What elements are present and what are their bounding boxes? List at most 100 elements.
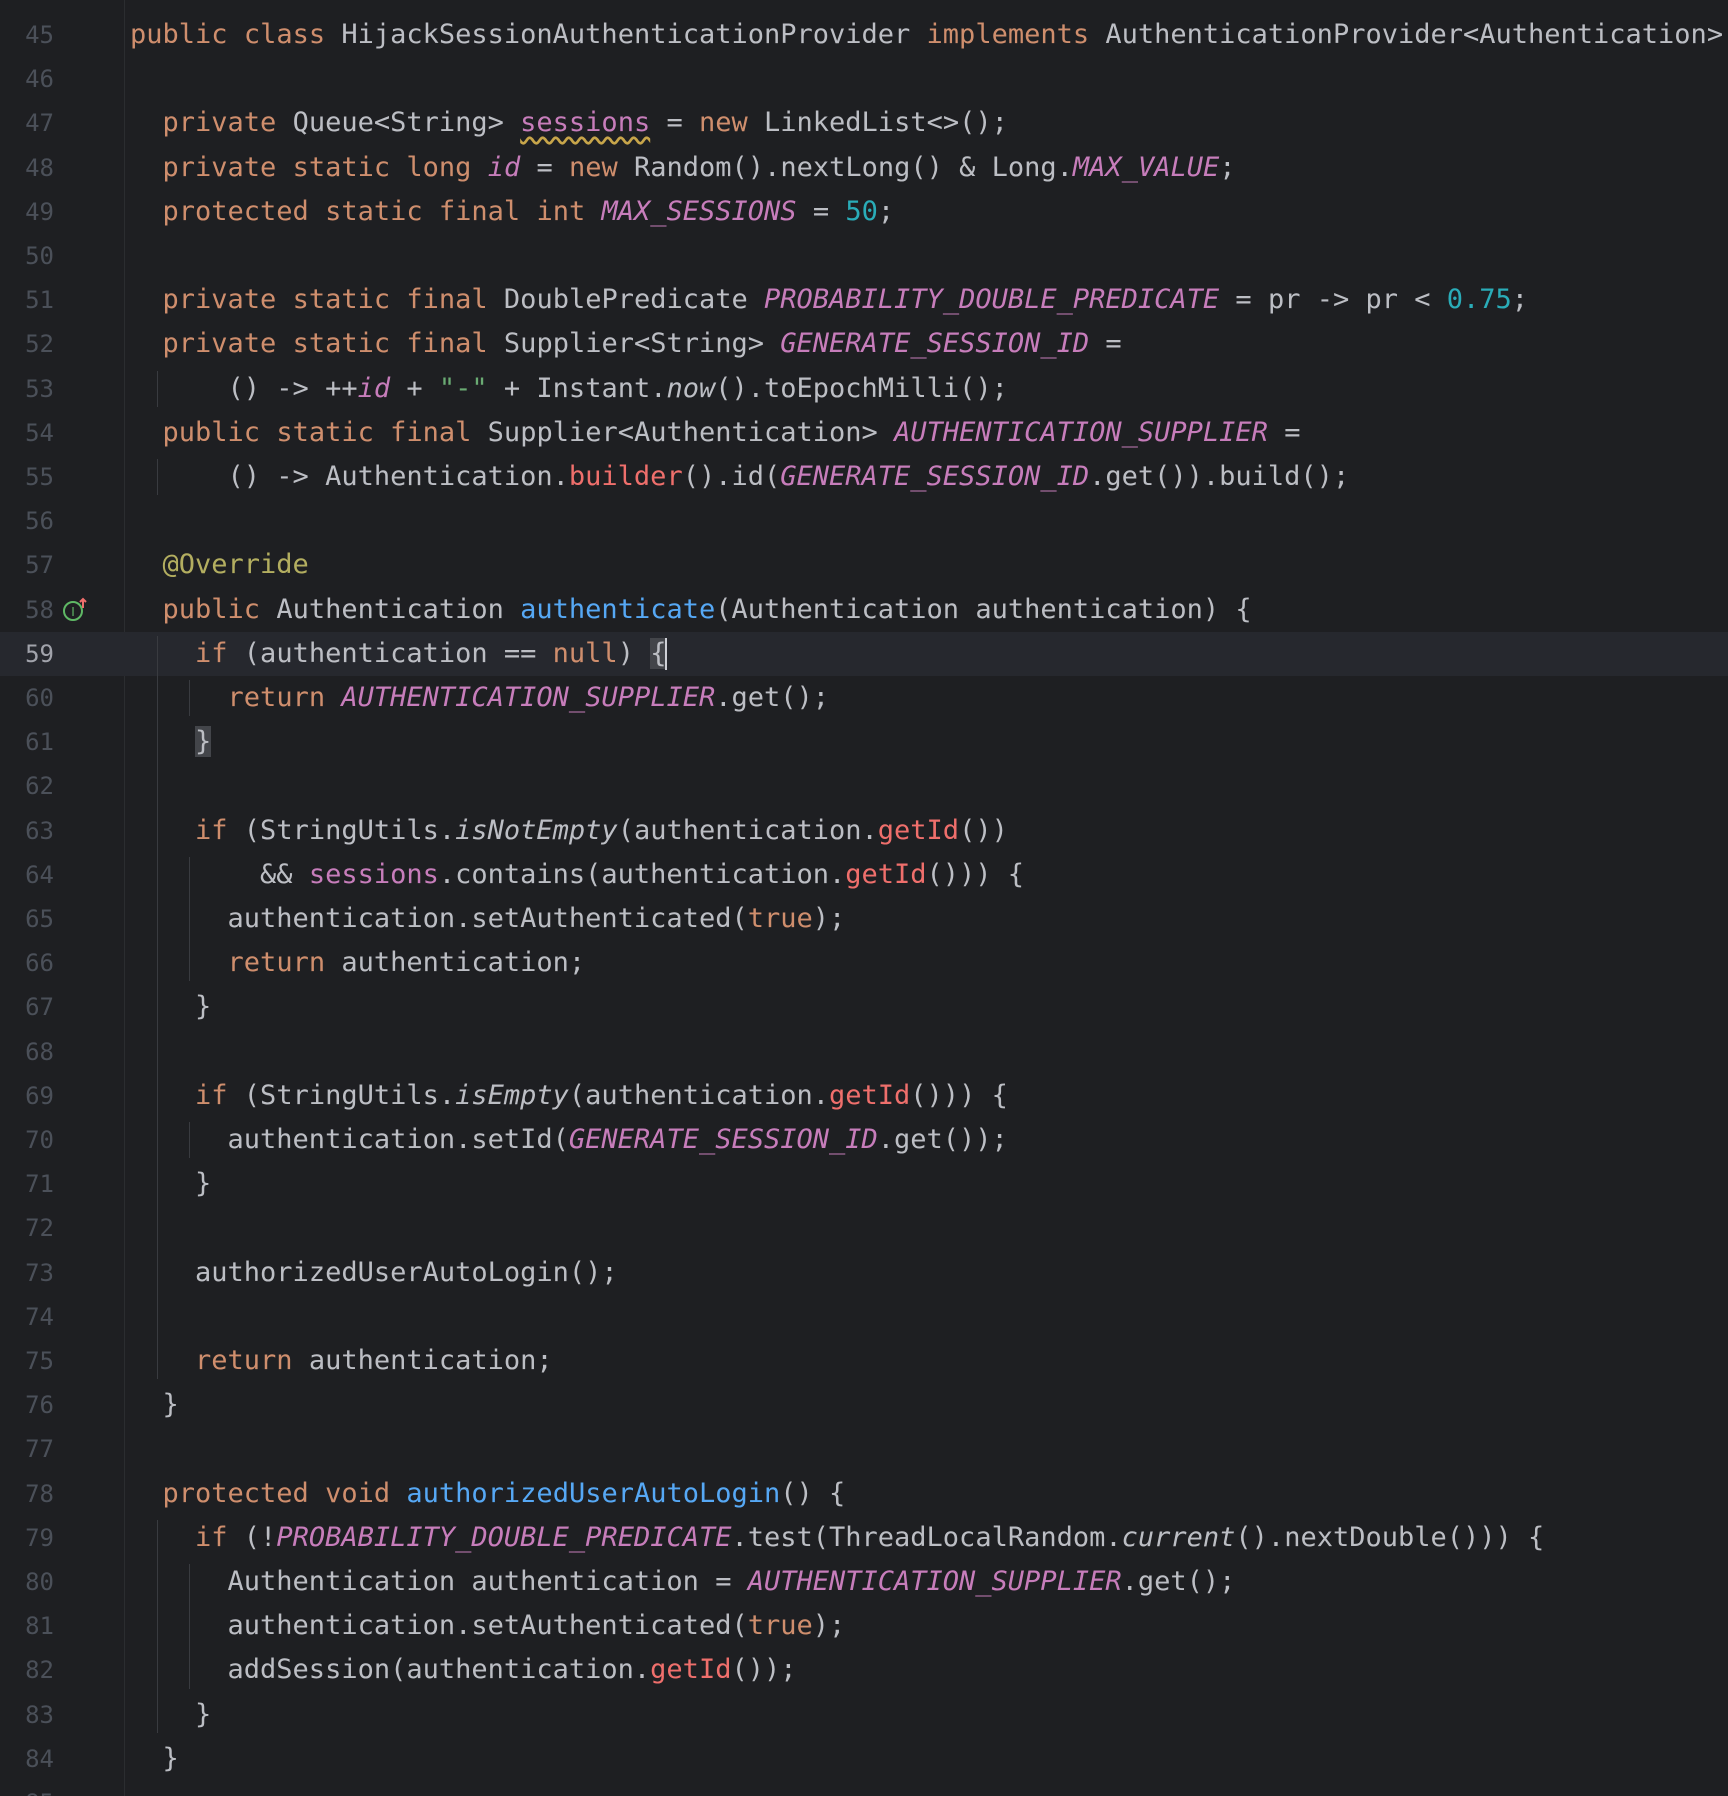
line-number[interactable]: 76: [0, 1383, 54, 1427]
code-line[interactable]: 81 authentication.setAuthenticated(true)…: [0, 1604, 1728, 1648]
code-line[interactable]: 64 && sessions.contains(authentication.g…: [0, 853, 1728, 897]
code-line[interactable]: 53 () -> ++id + "-" + Instant.now().toEp…: [0, 367, 1728, 411]
code-text[interactable]: () -> Authentication.builder().id(GENERA…: [130, 455, 1350, 499]
code-line[interactable]: 56: [0, 499, 1728, 543]
code-line[interactable]: 78 protected void authorizedUserAutoLogi…: [0, 1472, 1728, 1516]
code-line[interactable]: 51 private static final DoublePredicate …: [0, 278, 1728, 322]
code-text[interactable]: private static long id = new Random().ne…: [130, 146, 1236, 190]
line-number[interactable]: 84: [0, 1737, 54, 1781]
line-number[interactable]: 64: [0, 853, 54, 897]
line-number[interactable]: 63: [0, 809, 54, 853]
code-text[interactable]: return AUTHENTICATION_SUPPLIER.get();: [130, 676, 829, 720]
code-text[interactable]: return authentication;: [130, 941, 586, 985]
code-line[interactable]: 80 Authentication authentication = AUTHE…: [0, 1560, 1728, 1604]
code-text[interactable]: }: [130, 985, 211, 1029]
code-text[interactable]: authorizedUserAutoLogin();: [130, 1251, 618, 1295]
line-number[interactable]: 78: [0, 1472, 54, 1516]
code-text[interactable]: return authentication;: [130, 1339, 553, 1383]
line-number[interactable]: 69: [0, 1074, 54, 1118]
code-line[interactable]: 62: [0, 764, 1728, 808]
line-number[interactable]: 57: [0, 543, 54, 587]
code-text[interactable]: }: [130, 720, 212, 764]
code-line[interactable]: 61 }: [0, 720, 1728, 764]
code-text[interactable]: }: [130, 1737, 179, 1781]
line-number[interactable]: 70: [0, 1118, 54, 1162]
code-line[interactable]: 82 addSession(authentication.getId());: [0, 1648, 1728, 1692]
line-number[interactable]: 56: [0, 499, 54, 543]
line-number[interactable]: 83: [0, 1693, 54, 1737]
code-line[interactable]: 48 private static long id = new Random()…: [0, 146, 1728, 190]
line-number[interactable]: 79: [0, 1516, 54, 1560]
code-text[interactable]: addSession(authentication.getId());: [130, 1648, 797, 1692]
line-number[interactable]: 71: [0, 1162, 54, 1206]
code-line[interactable]: 63 if (StringUtils.isNotEmpty(authentica…: [0, 809, 1728, 853]
code-line[interactable]: 60 return AUTHENTICATION_SUPPLIER.get();: [0, 676, 1728, 720]
code-text[interactable]: @Override: [130, 543, 309, 587]
line-number[interactable]: 67: [0, 985, 54, 1029]
line-number[interactable]: 77: [0, 1427, 54, 1471]
line-number[interactable]: 75: [0, 1339, 54, 1383]
code-text[interactable]: () -> ++id + "-" + Instant.now().toEpoch…: [130, 367, 1008, 411]
code-line[interactable]: 47 private Queue<String> sessions = new …: [0, 101, 1728, 145]
code-text[interactable]: protected static final int MAX_SESSIONS …: [130, 190, 895, 234]
code-text[interactable]: authentication.setAuthenticated(true);: [130, 1604, 846, 1648]
code-line[interactable]: 50: [0, 234, 1728, 278]
code-text[interactable]: Authentication authentication = AUTHENTI…: [130, 1560, 1236, 1604]
line-number[interactable]: 65: [0, 897, 54, 941]
code-line[interactable]: 54 public static final Supplier<Authenti…: [0, 411, 1728, 455]
code-line[interactable]: 71 }: [0, 1162, 1728, 1206]
line-number[interactable]: 45: [0, 13, 54, 57]
line-number[interactable]: 53: [0, 367, 54, 411]
line-number[interactable]: 58: [0, 588, 54, 632]
code-line[interactable]: 68: [0, 1030, 1728, 1074]
code-line[interactable]: 58 I public Authentication authenticate(A…: [0, 588, 1728, 632]
code-line[interactable]: 49 protected static final int MAX_SESSIO…: [0, 190, 1728, 234]
code-text[interactable]: private static final Supplier<String> GE…: [130, 322, 1122, 366]
code-editor[interactable]: 45 public class HijackSessionAuthenticati…: [0, 0, 1728, 1796]
line-number[interactable]: 66: [0, 941, 54, 985]
code-text[interactable]: private Queue<String> sessions = new Lin…: [130, 101, 1008, 145]
code-text[interactable]: if (authentication == null) {: [130, 632, 668, 676]
line-number[interactable]: 54: [0, 411, 54, 455]
line-number[interactable]: 85: [0, 1781, 54, 1796]
code-line[interactable]: 79 if (!PROBABILITY_DOUBLE_PREDICATE.tes…: [0, 1516, 1728, 1560]
code-line[interactable]: 55 () -> Authentication.builder().id(GEN…: [0, 455, 1728, 499]
code-text[interactable]: private static final DoublePredicate PRO…: [130, 278, 1529, 322]
line-number[interactable]: 52: [0, 322, 54, 366]
line-number[interactable]: 49: [0, 190, 54, 234]
code-line[interactable]: 46: [0, 57, 1728, 101]
code-line[interactable]: 76 }: [0, 1383, 1728, 1427]
code-line[interactable]: 75 return authentication;: [0, 1339, 1728, 1383]
code-line[interactable]: 57 @Override: [0, 543, 1728, 587]
code-line[interactable]: 72: [0, 1206, 1728, 1250]
line-number[interactable]: 47: [0, 101, 54, 145]
code-text[interactable]: if (StringUtils.isEmpty(authentication.g…: [130, 1074, 1008, 1118]
code-text[interactable]: && sessions.contains(authentication.getI…: [130, 853, 1024, 897]
line-number[interactable]: 81: [0, 1604, 54, 1648]
code-line[interactable]: 73 authorizedUserAutoLogin();: [0, 1251, 1728, 1295]
code-line[interactable]: 65 authentication.setAuthenticated(true)…: [0, 897, 1728, 941]
line-number[interactable]: 51: [0, 278, 54, 322]
code-text[interactable]: authentication.setAuthenticated(true);: [130, 897, 846, 941]
code-line[interactable]: 85: [0, 1781, 1728, 1796]
line-number[interactable]: 59: [0, 632, 54, 676]
code-line[interactable]: 45 public class HijackSessionAuthenticati…: [0, 13, 1728, 57]
line-number[interactable]: 74: [0, 1295, 54, 1339]
code-line[interactable]: 84 }: [0, 1737, 1728, 1781]
code-line[interactable]: 52 private static final Supplier<String>…: [0, 322, 1728, 366]
line-number[interactable]: 50: [0, 234, 54, 278]
code-text[interactable]: public static final Supplier<Authenticat…: [130, 411, 1301, 455]
code-line[interactable]: 74: [0, 1295, 1728, 1339]
code-line[interactable]: 83 }: [0, 1693, 1728, 1737]
code-line[interactable]: 70 authentication.setId(GENERATE_SESSION…: [0, 1118, 1728, 1162]
code-line[interactable]: 69 if (StringUtils.isEmpty(authenticatio…: [0, 1074, 1728, 1118]
code-text[interactable]: }: [130, 1383, 179, 1427]
implements-method-icon[interactable]: I: [62, 597, 88, 623]
code-text[interactable]: authentication.setId(GENERATE_SESSION_ID…: [130, 1118, 1008, 1162]
code-line[interactable]: 59 if (authentication == null) {: [0, 631, 1728, 676]
code-line[interactable]: 66 return authentication;: [0, 941, 1728, 985]
code-text[interactable]: }: [130, 1162, 211, 1206]
line-number[interactable]: 82: [0, 1648, 54, 1692]
line-number[interactable]: 73: [0, 1251, 54, 1295]
code-text[interactable]: protected void authorizedUserAutoLogin()…: [130, 1472, 846, 1516]
